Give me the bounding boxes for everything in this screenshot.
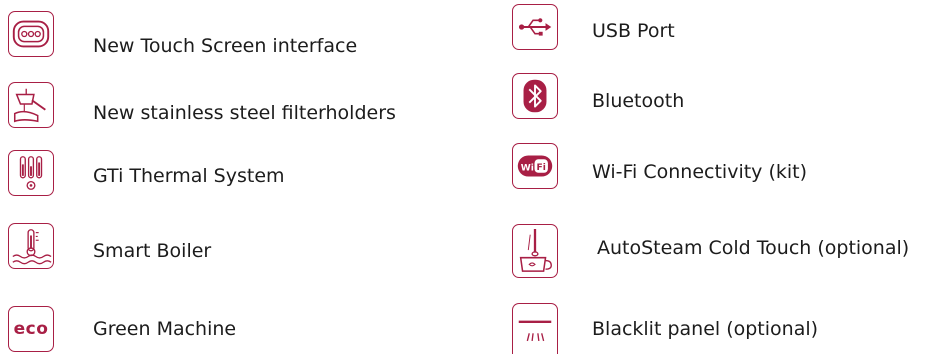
eco-icon-text: eco [13, 319, 49, 339]
wifi-icon: Wi Fi [512, 143, 558, 189]
wifi-icon-text-fi: Fi [537, 163, 546, 173]
feature-label-wifi: Wi-Fi Connectivity (kit) [592, 161, 808, 183]
eco-icon: eco [8, 306, 54, 352]
feature-green-machine: eco Green Machine [0, 303, 460, 353]
feature-label-autosteam: AutoSteam Cold Touch (optional) [597, 237, 910, 259]
smart-boiler-icon [8, 223, 54, 269]
feature-label-usb-port: USB Port [592, 20, 675, 42]
feature-smart-boiler: Smart Boiler [0, 223, 460, 273]
feature-label-thermal-system: GTi Thermal System [93, 165, 285, 187]
feature-label-filterholders: New stainless steel filterholders [93, 102, 396, 124]
feature-touch-screen: New Touch Screen interface [0, 0, 460, 57]
feature-label-backlit-panel: Blacklit panel (optional) [592, 318, 819, 340]
autosteam-icon [512, 224, 558, 278]
feature-label-smart-boiler: Smart Boiler [93, 240, 212, 262]
feature-bluetooth: Bluetooth [490, 70, 940, 120]
feature-filterholders: New stainless steel filterholders [0, 80, 460, 130]
feature-label-touch-screen: New Touch Screen interface [93, 35, 358, 57]
feature-wifi: Wi Fi Wi-Fi Connectivity (kit) [490, 140, 940, 190]
feature-usb-port: USB Port [490, 0, 940, 50]
wifi-icon-text-wi: Wi [521, 163, 534, 173]
backlit-panel-icon [512, 303, 558, 354]
touch-screen-icon [8, 11, 54, 57]
feature-label-green-machine: Green Machine [93, 318, 237, 340]
feature-thermal-system: GTi Thermal System [0, 148, 460, 198]
usb-icon [512, 4, 558, 50]
feature-label-bluetooth: Bluetooth [592, 90, 685, 112]
thermal-system-icon [8, 150, 54, 196]
feature-backlit-panel: Blacklit panel (optional) [490, 303, 940, 354]
feature-autosteam: AutoSteam Cold Touch (optional) [490, 220, 940, 278]
bluetooth-icon [512, 73, 558, 119]
filterholder-icon [8, 82, 54, 128]
